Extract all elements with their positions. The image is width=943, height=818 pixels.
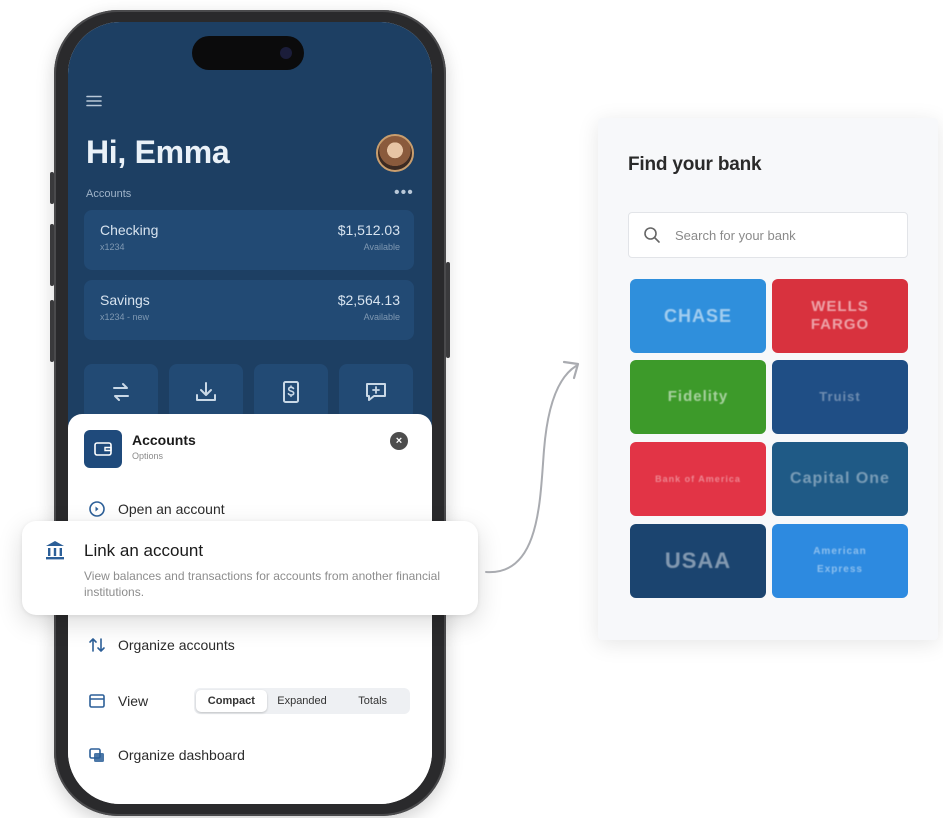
deposit-icon bbox=[196, 382, 216, 401]
bank-tile-bank-of-america[interactable]: Bank of America bbox=[630, 442, 766, 516]
account-card-checking[interactable]: Checking x1234 $1,512.03 Available bbox=[84, 210, 414, 270]
find-bank-panel: Find your bank Search for your bank CHAS… bbox=[598, 118, 938, 640]
bank-name: Capital One bbox=[790, 470, 890, 487]
bank-tile-fidelity[interactable]: Fidelity bbox=[630, 360, 766, 434]
bank-name: Fidelity bbox=[667, 388, 729, 405]
account-balance: $2,564.13 bbox=[337, 292, 400, 308]
pay-bill-button[interactable] bbox=[254, 364, 328, 420]
bank-name: USAA bbox=[664, 548, 732, 573]
close-icon[interactable]: × bbox=[390, 432, 408, 450]
phone-screen: Hi, Emma Accounts ••• Checking x1234 $1,… bbox=[68, 22, 432, 804]
segment-expanded[interactable]: Expanded bbox=[267, 690, 338, 712]
accounts-header-area: Hi, Emma Accounts ••• Checking x1234 $1,… bbox=[68, 22, 432, 442]
segment-compact[interactable]: Compact bbox=[196, 690, 267, 712]
open-account-option[interactable]: Open an account bbox=[88, 500, 225, 518]
greeting-title: Hi, Emma bbox=[86, 134, 230, 170]
link-account-title: Link an account bbox=[84, 541, 204, 560]
account-balance: $1,512.03 bbox=[337, 222, 400, 238]
bank-search-input[interactable]: Search for your bank bbox=[628, 212, 908, 258]
dashboard-icon bbox=[88, 746, 106, 764]
bank-tile-capital-one[interactable]: Capital One bbox=[772, 442, 908, 516]
search-placeholder: Search for your bank bbox=[675, 228, 796, 243]
link-account-description: View balances and transactions for accou… bbox=[84, 569, 440, 599]
sheet-title: Accounts bbox=[132, 432, 196, 448]
account-number: x1234 bbox=[100, 242, 125, 252]
option-label: View bbox=[118, 693, 149, 709]
connector-arrow bbox=[485, 360, 580, 574]
phone-mockup: Hi, Emma Accounts ••• Checking x1234 $1,… bbox=[50, 10, 450, 816]
plus-circle-icon bbox=[88, 500, 106, 518]
account-name: Savings bbox=[100, 292, 150, 308]
view-option: View bbox=[88, 692, 148, 710]
message-button[interactable] bbox=[339, 364, 413, 420]
transfer-icon bbox=[113, 383, 129, 401]
view-layout-icon bbox=[88, 692, 106, 710]
phone-power-button bbox=[446, 262, 450, 358]
view-segmented-control[interactable]: Compact Expanded Totals bbox=[194, 688, 410, 714]
option-label: Open an account bbox=[118, 501, 225, 517]
transfer-button[interactable] bbox=[84, 364, 158, 420]
bank-tile-wells-fargo[interactable]: WELLS FARGO bbox=[772, 279, 908, 353]
phone-volume-up-button bbox=[50, 224, 54, 286]
reorder-icon bbox=[88, 636, 106, 654]
link-account-card[interactable]: Link an account View balances and transa… bbox=[22, 521, 478, 615]
bank-name: WELLS FARGO bbox=[810, 298, 870, 333]
find-bank-title: Find your bank bbox=[628, 154, 762, 175]
option-label: Organize accounts bbox=[118, 637, 235, 653]
stage: Hi, Emma Accounts ••• Checking x1234 $1,… bbox=[0, 0, 943, 818]
bank-name: Truist bbox=[819, 389, 861, 404]
message-icon bbox=[366, 383, 386, 401]
wallet-icon bbox=[84, 430, 122, 468]
bank-icon bbox=[44, 539, 66, 561]
segment-totals[interactable]: Totals bbox=[337, 690, 408, 712]
phone-volume-down-button bbox=[50, 300, 54, 362]
option-label: Organize dashboard bbox=[118, 747, 245, 763]
bank-tile-american-express[interactable]: American Express bbox=[772, 524, 908, 598]
bank-name: Bank of America bbox=[655, 474, 741, 484]
search-icon bbox=[643, 226, 661, 244]
phone-action-button bbox=[50, 172, 54, 204]
camera-icon bbox=[280, 47, 292, 59]
account-name: Checking bbox=[100, 222, 159, 238]
pay-bill-icon bbox=[283, 381, 299, 403]
organize-accounts-option[interactable]: Organize accounts bbox=[88, 636, 235, 654]
bank-tile-chase[interactable]: CHASE bbox=[630, 279, 766, 353]
account-status: Available bbox=[363, 242, 400, 252]
hamburger-menu-icon[interactable] bbox=[86, 94, 102, 107]
account-number: x1234 - new bbox=[100, 312, 150, 322]
dynamic-island bbox=[192, 36, 304, 70]
organize-dashboard-option[interactable]: Organize dashboard bbox=[88, 746, 245, 764]
account-card-savings[interactable]: Savings x1234 - new $2,564.13 Available bbox=[84, 280, 414, 340]
bank-name: CHASE bbox=[663, 306, 732, 326]
accounts-section-label: Accounts bbox=[86, 188, 132, 200]
more-horizontal-icon[interactable]: ••• bbox=[394, 184, 414, 202]
avatar[interactable] bbox=[376, 134, 414, 172]
deposit-button[interactable] bbox=[169, 364, 243, 420]
bank-name: American Express bbox=[813, 546, 867, 575]
account-status: Available bbox=[363, 312, 400, 322]
bank-tile-usaa[interactable]: USAA bbox=[630, 524, 766, 598]
sheet-subtitle: Options bbox=[132, 451, 164, 461]
bank-tile-truist[interactable]: Truist bbox=[772, 360, 908, 434]
